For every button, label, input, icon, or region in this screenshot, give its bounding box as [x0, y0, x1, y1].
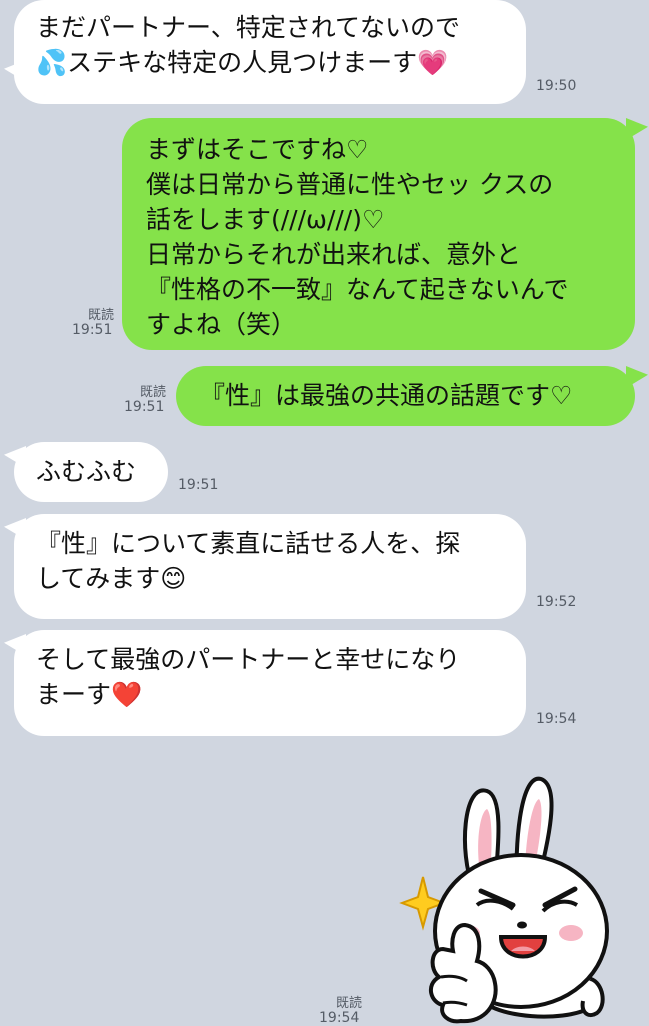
message-time: 19:51 — [72, 322, 113, 338]
message-time: 19:51 — [178, 477, 219, 493]
message-bubble[interactable]: まだパートナー、特定されてないので 💦ステキな特定の人見つけまーす💗 — [14, 0, 526, 104]
read-receipt: 既読 — [335, 996, 362, 1011]
cony-thumbs-up-sticker[interactable] — [395, 765, 645, 1024]
message-bubble[interactable]: まずはそこですね♡ 僕は日常から普通に性やセッ クスの 話をします(///ω//… — [122, 118, 635, 350]
message-bubble[interactable]: 『性』について素直に話せる人を、探 してみます😊 — [14, 514, 526, 619]
message-bubble[interactable]: 『性』は最強の共通の話題です♡ — [176, 366, 635, 426]
message-bubble[interactable]: そして最強のパートナーと幸せになり まーす❤️ — [14, 630, 526, 736]
read-receipt: 既読 — [87, 308, 114, 323]
message-time: 19:54 — [536, 711, 577, 727]
message-bubble[interactable]: ふむふむ — [14, 442, 168, 502]
message-time: 19:52 — [536, 594, 577, 610]
message-time: 19:51 — [124, 399, 165, 415]
read-receipt: 既読 — [139, 385, 166, 400]
message-time: 19:50 — [536, 78, 577, 94]
